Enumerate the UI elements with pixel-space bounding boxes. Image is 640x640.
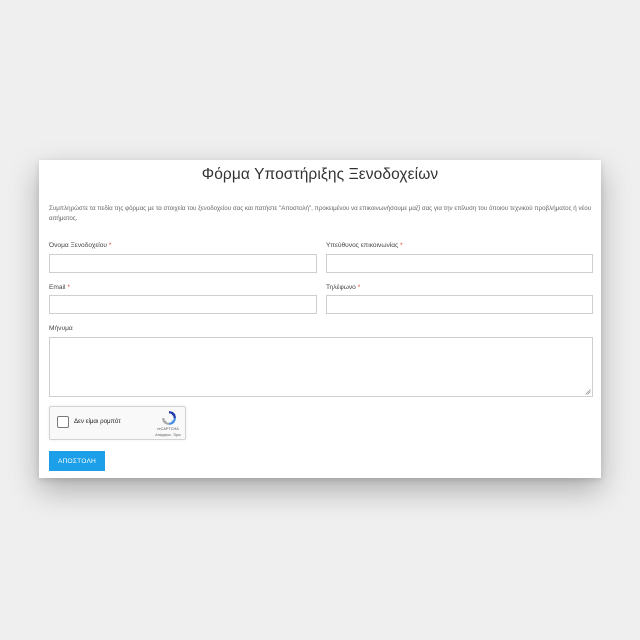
contact-person-label: Υπεύθυνος επικοινωνίας * [326, 242, 403, 249]
required-marker: * [400, 242, 403, 249]
recaptcha-label: Δεν είμαι ρομπότ [74, 418, 121, 425]
hotel-name-input[interactable] [49, 254, 317, 273]
page-background: Φόρμα Υποστήριξης Ξενοδοχείων Συμπληρώστ… [0, 0, 640, 640]
contact-person-label-text: Υπεύθυνος επικοινωνίας [326, 242, 399, 249]
required-marker: * [67, 284, 70, 291]
contact-person-input[interactable] [326, 254, 593, 273]
hotel-name-label: Όνομα Ξενοδοχείου * [49, 242, 111, 249]
message-label: Μήνυμα [49, 325, 73, 332]
recaptcha-logo-icon [162, 411, 176, 425]
message-textarea[interactable] [49, 337, 593, 397]
recaptcha-checkbox[interactable] [57, 416, 69, 428]
support-form-card: Φόρμα Υποστήριξης Ξενοδοχείων Συμπληρώστ… [39, 160, 601, 478]
form-intro-text: Συμπληρώστε τα πεδία της φόρμας με τα στ… [49, 205, 592, 222]
email-label: Email * [49, 284, 70, 291]
email-label-text: Email [49, 284, 66, 291]
message-label-text: Μήνυμα [49, 325, 73, 332]
recaptcha-terms-link[interactable]: Απόρρητο - Όροι [150, 433, 186, 437]
form-title: Φόρμα Υποστήριξης Ξενοδοχείων [201, 166, 439, 183]
recaptcha-brand: reCAPTCHA [157, 427, 179, 431]
recaptcha-widget: Δεν είμαι ρομπότ reCAPTCHA Απόρρητο - Όρ… [49, 406, 186, 440]
submit-button[interactable]: ΑΠΟΣΤΟΛΗ [49, 451, 105, 471]
required-marker: * [357, 284, 361, 291]
phone-input[interactable] [326, 295, 593, 314]
required-marker: * [108, 242, 112, 249]
hotel-name-label-text: Όνομα Ξενοδοχείου [49, 242, 108, 249]
email-input[interactable] [49, 295, 317, 314]
resize-grip-icon[interactable] [585, 389, 591, 395]
phone-label: Τηλέφωνο * [326, 284, 360, 291]
phone-label-text: Τηλέφωνο [326, 284, 356, 291]
